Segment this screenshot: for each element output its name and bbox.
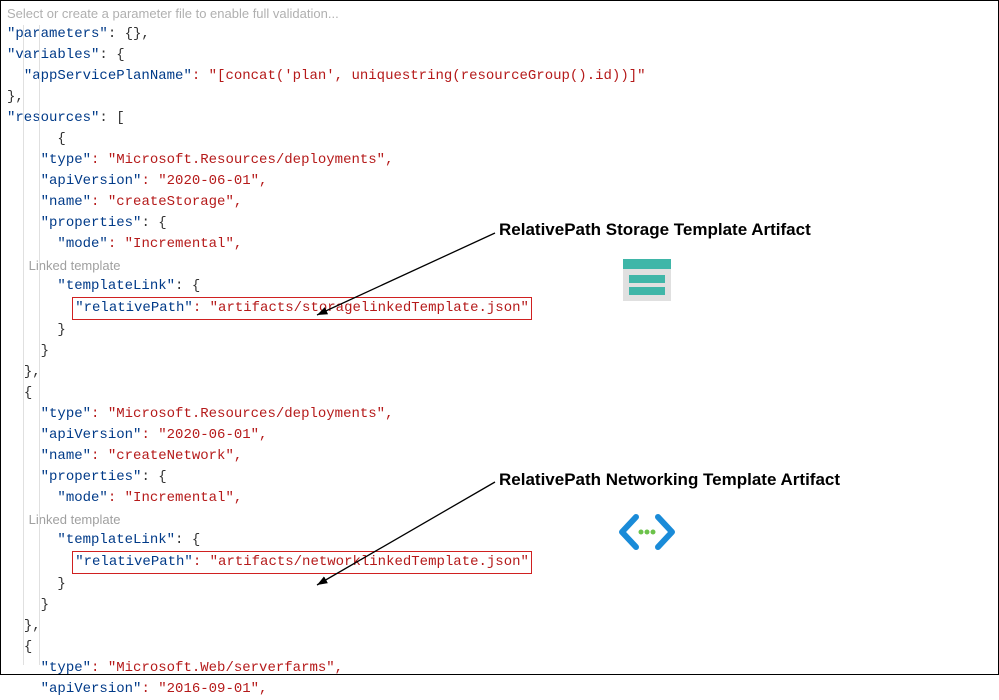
linked-template-hint: Linked template — [7, 255, 998, 276]
code-line: } — [7, 320, 998, 341]
code-line: "name": "createNetwork", — [7, 446, 998, 467]
annotation-network-label: RelativePath Networking Template Artifac… — [499, 469, 840, 490]
storage-account-icon — [623, 259, 671, 309]
relative-path-network-line: "relativePath": "artifacts/networklinked… — [7, 551, 998, 574]
code-line: "apiVersion": "2020-06-01", — [7, 425, 998, 446]
code-line: "templateLink": { — [7, 530, 998, 551]
highlight-box-network: "relativePath": "artifacts/networklinked… — [72, 551, 532, 574]
network-code-icon — [616, 511, 678, 561]
highlight-box-storage: "relativePath": "artifacts/storagelinked… — [72, 297, 532, 320]
code-line: "apiVersion": "2016-09-01", — [7, 679, 998, 700]
code-line: }, — [7, 362, 998, 383]
code-line: "apiVersion": "2020-06-01", — [7, 171, 998, 192]
code-line: "variables": { — [7, 45, 998, 66]
code-line: }, — [7, 616, 998, 637]
code-line: "templateLink": { — [7, 276, 998, 297]
code-line: { — [7, 383, 998, 404]
relative-path-storage-line: "relativePath": "artifacts/storagelinked… — [7, 297, 998, 320]
linked-template-hint: Linked template — [7, 509, 998, 530]
code-line: "type": "Microsoft.Resources/deployments… — [7, 150, 998, 171]
code-line: "resources": [ — [7, 108, 998, 129]
code-line: "name": "createStorage", — [7, 192, 998, 213]
code-line: "parameters": {}, — [7, 24, 998, 45]
code-line: } — [7, 595, 998, 616]
code-line: { — [7, 129, 998, 150]
code-editor[interactable]: Select or create a parameter file to ena… — [1, 1, 998, 700]
code-line: }, — [7, 87, 998, 108]
annotation-storage-label: RelativePath Storage Template Artifact — [499, 219, 811, 240]
code-line: "mode": "Incremental", — [7, 488, 998, 509]
code-line: "type": "Microsoft.Web/serverfarms", — [7, 658, 998, 679]
code-line: } — [7, 341, 998, 362]
validation-hint: Select or create a parameter file to ena… — [7, 3, 998, 24]
code-line: "type": "Microsoft.Resources/deployments… — [7, 404, 998, 425]
code-line: } — [7, 574, 998, 595]
code-line: "appServicePlanName": "[concat('plan', u… — [7, 66, 998, 87]
code-line: { — [7, 637, 998, 658]
